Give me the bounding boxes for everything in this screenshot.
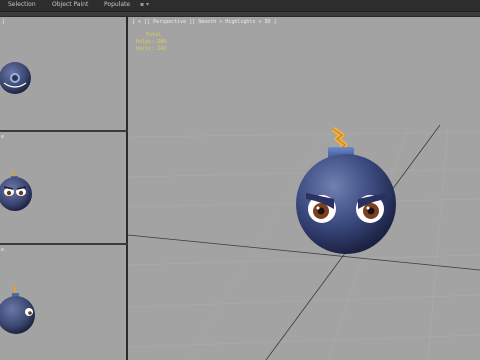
viewport-left[interactable]: e: [0, 245, 128, 360]
viewport-front[interactable]: e: [0, 132, 128, 243]
viewport-left-label: e: [1, 247, 5, 253]
bomb-model-front-view: [0, 169, 32, 211]
bomb-model-perspective[interactable]: [128, 17, 480, 360]
bomb-model-top-view: [0, 62, 31, 94]
viewport-perspective[interactable]: [ + ][ Perspective ][ Smooth + Highlight…: [128, 17, 480, 360]
fuse: [331, 126, 348, 151]
menu-dropdown[interactable]: ▪ ▾: [140, 1, 149, 8]
viewport-top-label: ]: [2, 19, 6, 25]
bomb-model-side-view: [0, 286, 35, 334]
menu-bar: Selection Object Paint Populate ▪ ▾: [0, 0, 480, 12]
viewport-top[interactable]: ]: [0, 17, 128, 130]
menu-selection[interactable]: Selection: [8, 1, 36, 8]
viewport-front-label: e: [1, 134, 5, 140]
menu-object-paint[interactable]: Object Paint: [52, 1, 88, 8]
menu-populate[interactable]: Populate: [104, 1, 130, 8]
